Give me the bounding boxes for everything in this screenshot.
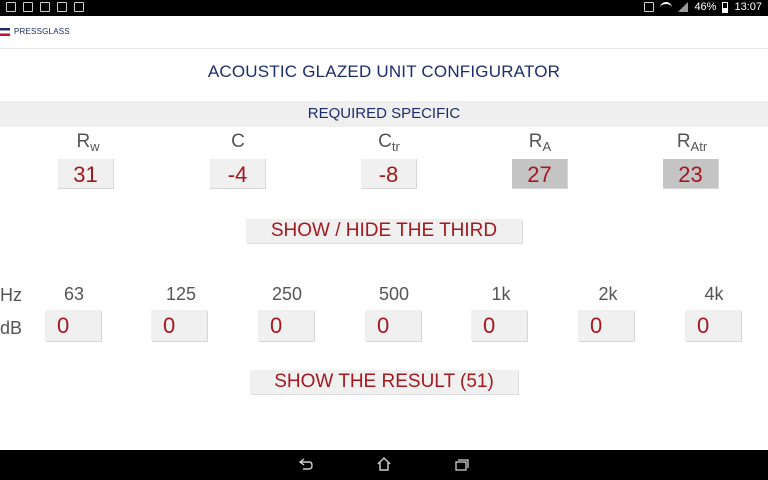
db-input-63[interactable]: 0 [45, 310, 101, 341]
c-input[interactable]: -4 [209, 158, 265, 188]
download-icon [74, 2, 84, 12]
band-label-2k: 2k [598, 284, 618, 304]
gallery-icon [57, 2, 67, 12]
wifi-icon [660, 2, 673, 12]
param-label-ra: RA [528, 131, 552, 154]
notification-icons [6, 2, 84, 12]
db-input-125[interactable]: 0 [151, 310, 207, 341]
param-label-ratr: RAtr [676, 131, 708, 154]
ctr-input[interactable]: -8 [360, 158, 416, 188]
show-result-button[interactable]: SHOW THE RESULT (51) [250, 370, 518, 394]
screenshot-icon [6, 2, 16, 12]
db-row-label: dB [0, 318, 23, 338]
battery-icon [722, 1, 729, 13]
page-title: ACOUSTIC GLAZED UNIT CONFIGURATOR [207, 62, 561, 81]
rw-input[interactable]: 31 [57, 158, 113, 188]
param-label-ctr: Ctr [378, 131, 400, 154]
recent-apps-icon[interactable] [455, 459, 469, 471]
band-label-125: 125 [165, 284, 197, 304]
param-label-c: C [231, 131, 245, 152]
signal-icon [678, 2, 689, 12]
band-label-4k: 4k [704, 284, 724, 304]
band-label-1k: 1k [491, 284, 511, 304]
clock: 13:07 [734, 1, 762, 13]
back-icon[interactable] [299, 458, 313, 470]
battery-percent: 46% [694, 1, 717, 13]
image-icon [23, 2, 33, 12]
band-label-500: 500 [378, 284, 410, 304]
home-icon[interactable] [377, 457, 391, 471]
db-input-1k[interactable]: 0 [471, 310, 527, 341]
app-bar: PRESSGLASS [0, 16, 768, 49]
ratr-value: 23 [662, 158, 718, 188]
param-label-rw: Rw [76, 131, 100, 154]
status-bar: 46% 13:07 [0, 0, 768, 16]
db-input-250[interactable]: 0 [258, 310, 314, 341]
nfc-icon [644, 2, 655, 12]
hz-row-label: Hz [0, 285, 22, 305]
db-input-2k[interactable]: 0 [578, 310, 634, 341]
brand-name: PRESSGLASS [14, 27, 70, 36]
db-input-500[interactable]: 0 [365, 310, 421, 341]
band-label-250: 250 [271, 284, 303, 304]
navigation-bar [0, 450, 768, 480]
show-hide-third-button[interactable]: SHOW / HIDE THE THIRD [246, 219, 522, 243]
ra-value: 27 [511, 158, 567, 188]
db-input-4k[interactable]: 0 [685, 310, 741, 341]
band-label-63: 63 [63, 284, 85, 304]
section-header: REQUIRED SPECIFIC [0, 101, 768, 127]
app-logo[interactable]: PRESSGLASS [0, 27, 70, 36]
flag-icon [0, 27, 10, 36]
mail-icon [40, 2, 50, 12]
